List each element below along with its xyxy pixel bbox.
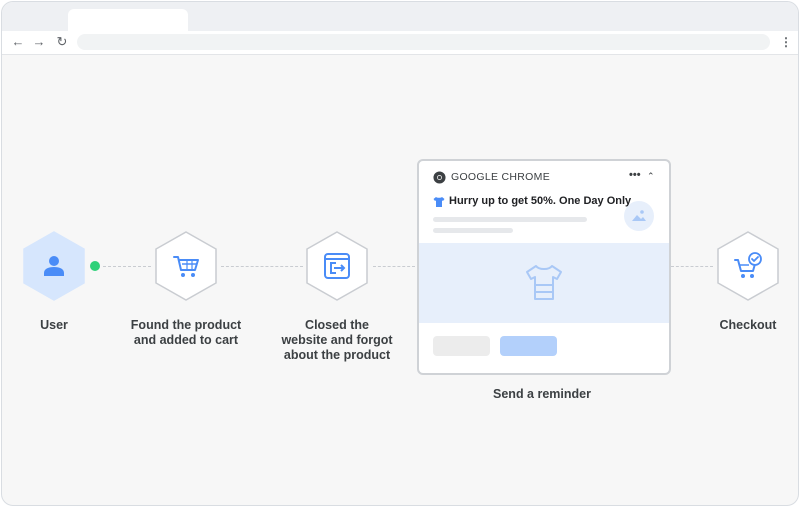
text-placeholder-line (433, 228, 513, 233)
notification-app-name: GOOGLE CHROME (451, 171, 550, 183)
step-label-reminder: Send a reminder (493, 387, 591, 401)
tab-strip (2, 2, 798, 31)
step-label-checkout: Checkout (719, 318, 777, 332)
exit-step-hexagon (305, 230, 369, 302)
collapse-icon[interactable]: ⌃ (647, 170, 655, 183)
user-step-hexagon (22, 230, 86, 302)
text-placeholder-line (433, 217, 587, 222)
tshirt-emoji-icon (433, 197, 445, 207)
exit-window-icon (324, 253, 350, 279)
reload-icon[interactable]: ↻ (54, 34, 70, 50)
connector-1 (103, 266, 151, 267)
action-button[interactable] (500, 336, 557, 356)
notification-title: Hurry up to get 50%. One Day Only (449, 195, 632, 207)
chrome-icon (433, 171, 446, 184)
image-icon (632, 210, 646, 221)
cart-step-hexagon (154, 230, 218, 302)
step-label-cart: Found the product and added to cart (130, 318, 242, 347)
address-bar[interactable] (77, 34, 770, 50)
step-label-closed: Closed the website and forgot about the … (281, 318, 393, 362)
more-horiz-icon[interactable]: ••• (629, 169, 641, 182)
step-label-user: User (40, 318, 68, 332)
user-icon (44, 256, 64, 276)
tshirt-icon (526, 265, 562, 300)
image-thumbnail (624, 201, 654, 231)
notification-header: GOOGLE CHROME ••• ⌃ (433, 169, 655, 185)
more-vert-icon[interactable]: ⋮ (780, 34, 792, 50)
back-arrow-icon[interactable]: ← (10, 34, 26, 50)
checkout-step-hexagon (716, 230, 780, 302)
browser-toolbar: ← → ↻ ⋮ (2, 31, 798, 55)
online-status-dot (90, 261, 100, 271)
push-notification-card[interactable]: GOOGLE CHROME ••• ⌃ Hurry up to get 50%.… (417, 159, 671, 375)
cart-check-icon (734, 252, 762, 278)
browser-tab[interactable] (68, 9, 188, 31)
connector-3 (373, 266, 415, 267)
cart-icon (173, 256, 199, 277)
connector-2 (221, 266, 303, 267)
forward-arrow-icon[interactable]: → (31, 34, 47, 50)
connector-4 (671, 266, 713, 267)
dismiss-button[interactable] (433, 336, 490, 356)
browser-window: ← → ↻ ⋮ User Found the product and added… (1, 1, 799, 506)
flow-diagram: User Found the product and added to cart (2, 54, 798, 505)
notification-hero-image (419, 243, 669, 323)
